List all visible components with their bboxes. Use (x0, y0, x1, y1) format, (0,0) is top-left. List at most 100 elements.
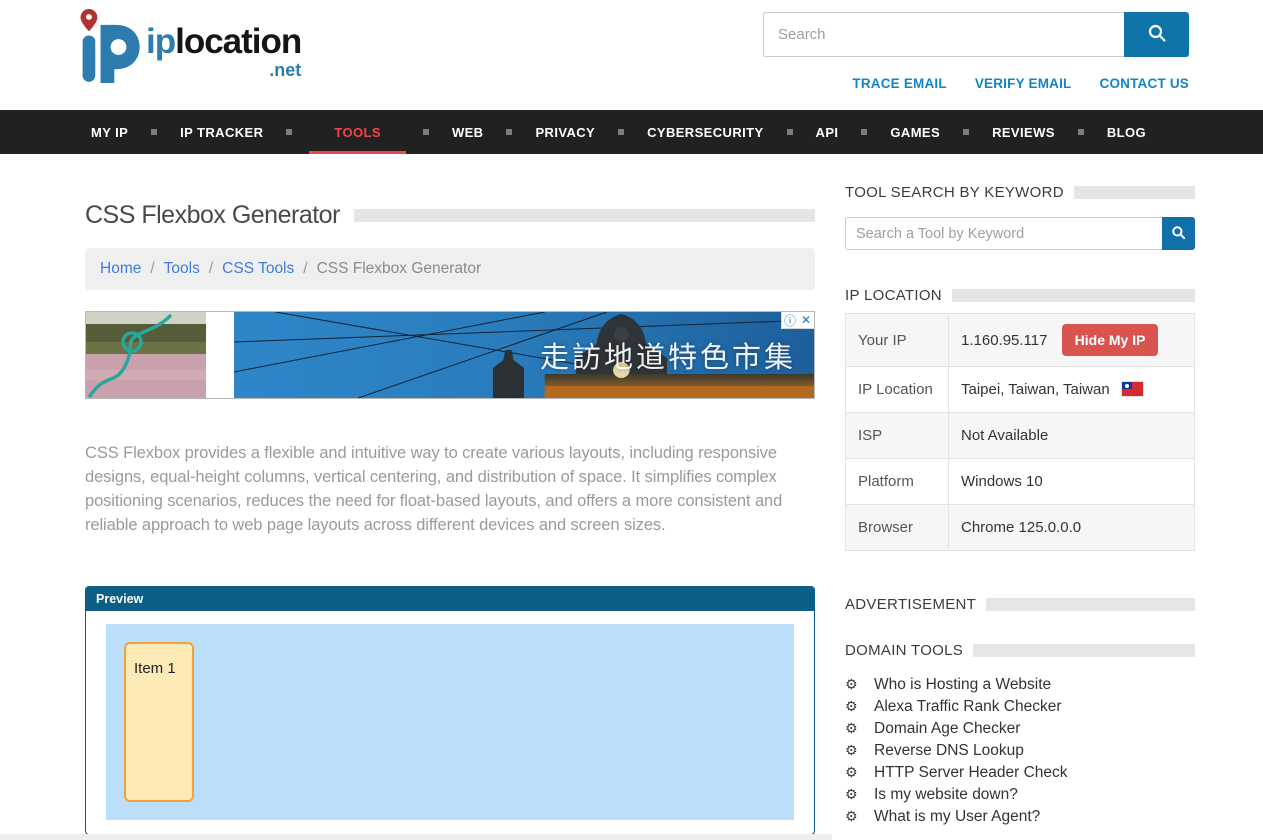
table-row: Browser Chrome 125.0.0.0 (846, 505, 1195, 551)
domain-tool-link[interactable]: Domain Age Checker (874, 720, 1020, 739)
table-row: Your IP 1.160.95.117 Hide My IP (846, 314, 1195, 367)
ip-location-value: Taipei, Taiwan, Taiwan (961, 381, 1110, 398)
gear-icon: ⚙ (845, 787, 862, 803)
gear-icon: ⚙ (845, 699, 862, 715)
domain-tools-list: ⚙ Who is Hosting a Website ⚙ Alexa Traff… (845, 676, 1195, 827)
row-value-cell: 1.160.95.117 Hide My IP (949, 314, 1195, 367)
domain-tools-heading-row: DOMAIN TOOLS (845, 642, 1195, 659)
heading-decor-bar (986, 598, 1195, 611)
nav-item-tools[interactable]: TOOLS (309, 110, 406, 154)
domain-tools-heading: DOMAIN TOOLS (845, 642, 963, 659)
gear-icon: ⚙ (845, 677, 862, 693)
logo-net-text: .net (146, 61, 301, 79)
ip-location-table: Your IP 1.160.95.117 Hide My IP IP Locat… (845, 313, 1195, 551)
row-label: ISP (846, 413, 949, 459)
content-container: CSS Flexbox Generator Home / Tools / CSS… (85, 184, 1195, 835)
table-row: ISP Not Available (846, 413, 1195, 459)
logo-pin-monogram-icon (78, 8, 140, 89)
nav-item-reviews[interactable]: REVIEWS (986, 110, 1061, 154)
breadcrumb-css-tools-link[interactable]: CSS Tools (222, 260, 294, 278)
list-item[interactable]: ⚙ Domain Age Checker (845, 720, 1195, 739)
verify-email-link[interactable]: VERIFY EMAIL (975, 76, 1072, 91)
flexbox-preview-item[interactable]: Item 1 (124, 642, 194, 802)
ad-info-icon[interactable]: ⓘ (782, 312, 798, 328)
nav-item-web[interactable]: WEB (446, 110, 490, 154)
tool-search-input[interactable] (845, 217, 1162, 250)
row-label: Platform (846, 459, 949, 505)
list-item[interactable]: ⚙ Is my website down? (845, 786, 1195, 805)
nav-separator (151, 129, 157, 135)
ad-close-icon[interactable]: ✕ (798, 312, 814, 328)
nav-item-privacy[interactable]: PRIVACY (529, 110, 601, 154)
header-links: TRACE EMAIL VERIFY EMAIL CONTACT US (852, 76, 1189, 91)
tool-search-heading-row: TOOL SEARCH BY KEYWORD (845, 184, 1195, 201)
gear-icon: ⚙ (845, 721, 862, 737)
domain-tool-link[interactable]: Is my website down? (874, 786, 1018, 805)
tool-search-form (845, 217, 1195, 250)
tool-search-button[interactable] (1162, 217, 1195, 250)
table-row: Platform Windows 10 (846, 459, 1195, 505)
gear-icon: ⚙ (845, 809, 862, 825)
list-item[interactable]: ⚙ HTTP Server Header Check (845, 764, 1195, 783)
header-search-input[interactable] (763, 12, 1124, 57)
nav-item-games[interactable]: GAMES (884, 110, 946, 154)
tool-description: CSS Flexbox provides a flexible and intu… (85, 441, 815, 537)
tool-search-heading: TOOL SEARCH BY KEYWORD (845, 184, 1064, 201)
heading-decor-bar (973, 644, 1195, 657)
logo-ip-text: ip (146, 22, 175, 61)
main-nav: MY IP IP TRACKER TOOLS WEB PRIVACY CYBER… (0, 110, 1263, 154)
domain-tool-link[interactable]: Who is Hosting a Website (874, 676, 1051, 695)
title-decor-bar (354, 209, 815, 222)
contact-us-link[interactable]: CONTACT US (1100, 76, 1190, 91)
preview-panel-body: Item 1 (86, 611, 814, 834)
nav-item-cybersecurity[interactable]: CYBERSECURITY (641, 110, 769, 154)
search-icon (1171, 225, 1186, 243)
preview-panel-header: Preview (86, 587, 814, 611)
main-column: CSS Flexbox Generator Home / Tools / CSS… (85, 184, 815, 835)
domain-tool-link[interactable]: HTTP Server Header Check (874, 764, 1068, 783)
list-item[interactable]: ⚙ Reverse DNS Lookup (845, 742, 1195, 761)
breadcrumb-separator: / (150, 260, 154, 278)
isp-value: Not Available (949, 413, 1195, 459)
list-item[interactable]: ⚙ What is my User Agent? (845, 808, 1195, 827)
trace-email-link[interactable]: TRACE EMAIL (852, 76, 946, 91)
platform-value: Windows 10 (949, 459, 1195, 505)
ip-location-heading-row: IP LOCATION (845, 287, 1195, 304)
domain-tool-link[interactable]: Reverse DNS Lookup (874, 742, 1024, 761)
flexbox-preview-container: Item 1 (106, 624, 794, 820)
ip-location-heading: IP LOCATION (845, 287, 942, 304)
hide-my-ip-button[interactable]: Hide My IP (1062, 324, 1159, 356)
breadcrumb-tools-link[interactable]: Tools (164, 260, 200, 278)
sidebar: TOOL SEARCH BY KEYWORD IP LOCATION Your … (845, 184, 1195, 835)
page-title: CSS Flexbox Generator (85, 201, 340, 230)
nav-separator (423, 129, 429, 135)
nav-item-api[interactable]: API (810, 110, 845, 154)
domain-tool-link[interactable]: What is my User Agent? (874, 808, 1040, 827)
gear-icon: ⚙ (845, 743, 862, 759)
ad-banner[interactable]: 走訪地道特色市集 ⓘ ✕ (85, 311, 815, 399)
list-item[interactable]: ⚙ Alexa Traffic Rank Checker (845, 698, 1195, 717)
site-logo[interactable]: iplocation .net (78, 8, 301, 89)
header-search-button[interactable] (1124, 12, 1189, 57)
nav-separator (506, 129, 512, 135)
nav-item-my-ip[interactable]: MY IP (85, 110, 134, 154)
breadcrumb-home-link[interactable]: Home (100, 260, 141, 278)
nav-separator (963, 129, 969, 135)
row-label: Browser (846, 505, 949, 551)
nav-separator (1078, 129, 1084, 135)
logo-location-text: location (175, 22, 301, 61)
ad-caption-text: 走訪地道特色市集 (540, 334, 796, 376)
ad-choices: ⓘ ✕ (781, 312, 814, 329)
nav-separator (286, 129, 292, 135)
breadcrumb: Home / Tools / CSS Tools / CSS Flexbox G… (85, 248, 815, 290)
nav-item-ip-tracker[interactable]: IP TRACKER (174, 110, 269, 154)
footer-strip (0, 834, 832, 840)
ad-left-image (86, 312, 206, 398)
site-header: iplocation .net TRACE EMAIL VERIFY EMAIL… (0, 0, 1263, 110)
list-item[interactable]: ⚙ Who is Hosting a Website (845, 676, 1195, 695)
nav-item-blog[interactable]: BLOG (1101, 110, 1152, 154)
browser-value: Chrome 125.0.0.0 (949, 505, 1195, 551)
ad-right-image: 走訪地道特色市集 (234, 312, 814, 398)
breadcrumb-current: CSS Flexbox Generator (317, 260, 482, 278)
domain-tool-link[interactable]: Alexa Traffic Rank Checker (874, 698, 1062, 717)
